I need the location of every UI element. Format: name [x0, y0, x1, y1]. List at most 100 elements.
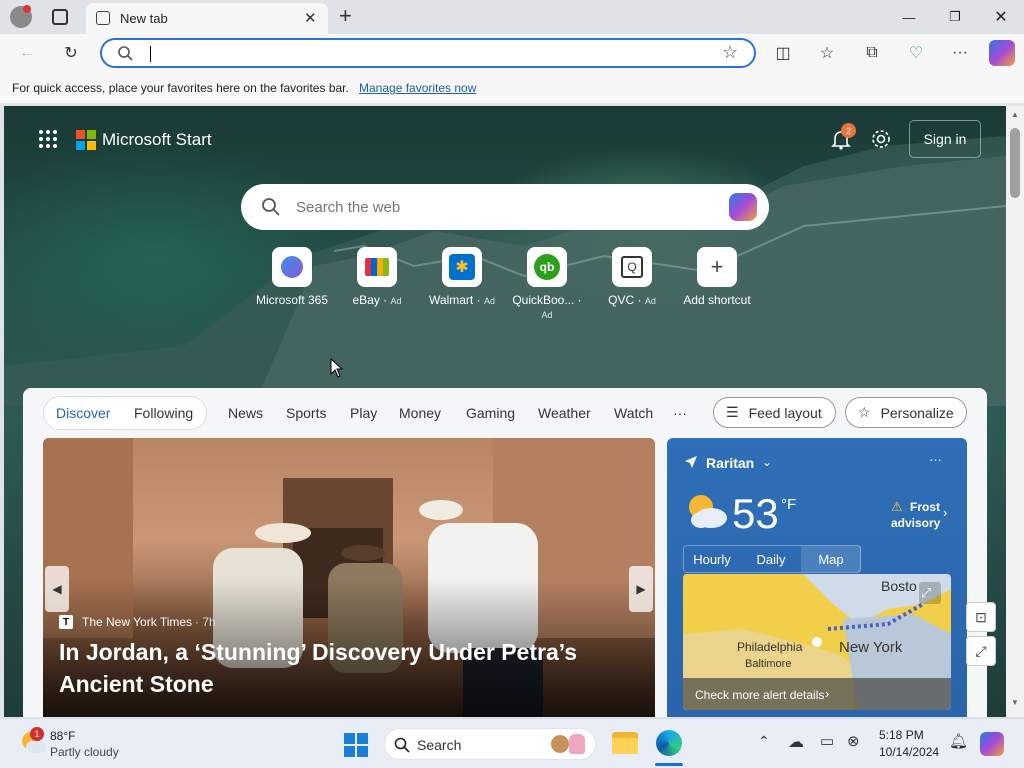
copilot-icon[interactable]	[989, 40, 1015, 66]
taskbar-temperature[interactable]: 88°F	[50, 729, 75, 743]
collections-icon[interactable]: ⧉	[859, 40, 885, 66]
restore-button[interactable]: ❐	[932, 0, 978, 34]
cupcake-icon	[569, 734, 585, 754]
sliders-icon: ☰	[726, 404, 739, 420]
network-icon[interactable]: ⊗	[847, 732, 860, 750]
widget-badge: 1	[30, 727, 44, 741]
feed-layout-button[interactable]: ☰ Feed layout	[713, 397, 836, 428]
visual-search-icon[interactable]: ⊡	[966, 602, 996, 632]
scroll-up-icon[interactable]: ▲	[1011, 110, 1019, 119]
cloud-sync-icon[interactable]: ☁	[788, 732, 804, 752]
tab-following[interactable]: Following	[134, 405, 193, 421]
nav-more-icon[interactable]: ···	[673, 405, 687, 421]
shortcut-qvc[interactable]: Q QVC · Ad	[592, 247, 672, 307]
alert-line-1[interactable]: Frost	[910, 500, 940, 514]
tab-actions-icon[interactable]	[52, 9, 68, 25]
alert-details-link[interactable]: Check more alert details	[695, 688, 824, 702]
warning-icon: ⚠	[891, 499, 903, 514]
map-label-boston: Bosto	[881, 578, 917, 594]
address-bar[interactable]: ☆	[100, 38, 756, 68]
personalize-button[interactable]: ☆ Personalize	[845, 397, 967, 428]
chevron-down-icon[interactable]: ⌄	[762, 455, 772, 469]
shortcut-walmart[interactable]: ✱ Walmart · Ad	[422, 247, 502, 307]
search-icon	[394, 737, 410, 753]
edge-browser-icon[interactable]	[656, 730, 682, 756]
article-source[interactable]: The New York Times	[82, 615, 192, 629]
settings-gear-icon[interactable]	[870, 128, 892, 150]
new-tab-page-icon	[96, 11, 110, 25]
tab-discover[interactable]: Discover	[56, 405, 110, 421]
temperature-unit[interactable]: °F	[781, 496, 796, 513]
profile-avatar-icon[interactable]	[10, 5, 32, 28]
browser-tab[interactable]: New tab ✕	[86, 3, 328, 34]
weather-tab-hourly[interactable]: Hourly	[683, 546, 741, 572]
nav-money[interactable]: Money	[399, 405, 441, 421]
text-caret	[150, 46, 151, 62]
windows-taskbar: 1 88°F Partly cloudy Search ⌃ ☁ ▭ ⊗ 5:18…	[0, 718, 1024, 768]
taskbar-search-box[interactable]: Search	[384, 728, 596, 760]
hero-news-card[interactable]: ◀ ▶ T The New York Times · 7h In Jordan,…	[43, 438, 655, 717]
nav-watch[interactable]: Watch	[614, 405, 653, 421]
taskbar-condition[interactable]: Partly cloudy	[50, 745, 119, 759]
chevron-right-icon[interactable]: ›	[943, 505, 947, 520]
back-icon[interactable]: ←	[14, 40, 40, 66]
taskbar-date[interactable]: 10/14/2024	[879, 745, 939, 759]
new-tab-button[interactable]: +	[339, 3, 352, 29]
shortcut-ebay[interactable]: eBay · Ad	[337, 247, 417, 307]
sign-in-button[interactable]: Sign in	[909, 120, 981, 158]
split-screen-icon[interactable]: ◫	[770, 40, 796, 66]
qvc-icon: Q	[612, 247, 652, 287]
weather-location[interactable]: Raritan	[706, 455, 754, 471]
taskbar-time[interactable]: 5:18 PM	[879, 728, 924, 742]
weather-alert-map[interactable]: Bosto ⤢ Philadelphia Baltimore New York …	[683, 574, 951, 710]
app-launcher-icon[interactable]	[38, 129, 58, 149]
refresh-icon[interactable]: ↻	[58, 40, 84, 66]
manage-favorites-link[interactable]: Manage favorites now	[359, 81, 476, 95]
ebay-icon	[357, 247, 397, 287]
nav-play[interactable]: Play	[350, 405, 377, 421]
expand-map-icon[interactable]: ⤢	[921, 585, 931, 601]
copilot-search-icon[interactable]	[729, 193, 757, 221]
feed-panel: Discover Following News Sports Play Mone…	[23, 388, 987, 717]
alert-line-2[interactable]: advisory	[891, 516, 940, 530]
scroll-down-icon[interactable]: ▼	[1011, 698, 1019, 707]
minimize-button[interactable]: —	[886, 0, 932, 34]
weather-tab-daily[interactable]: Daily	[741, 546, 801, 572]
nav-gaming[interactable]: Gaming	[466, 405, 515, 421]
new-tab-page: Microsoft Start 2 Sign in Search the web…	[4, 106, 1006, 717]
copilot-taskbar-icon[interactable]	[980, 732, 1004, 756]
scroll-thumb[interactable]	[1010, 128, 1020, 198]
display-icon[interactable]: ▭	[820, 732, 834, 750]
microsoft-365-icon	[272, 247, 312, 287]
shortcut-microsoft-365[interactable]: Microsoft 365	[252, 247, 332, 307]
windows-start-icon[interactable]	[344, 733, 368, 757]
file-explorer-icon[interactable]	[612, 732, 638, 754]
article-headline[interactable]: In Jordan, a ‘Stunning’ Discovery Under …	[59, 636, 619, 700]
favorites-icon[interactable]: ☆	[814, 40, 840, 66]
partly-cloudy-icon	[689, 495, 727, 528]
nav-sports[interactable]: Sports	[286, 405, 326, 421]
add-shortcut-button[interactable]: + Add shortcut	[677, 247, 757, 307]
more-menu-icon[interactable]: ···	[947, 40, 973, 66]
carousel-prev-button[interactable]: ◀	[45, 566, 69, 612]
article-age: · 7h	[195, 615, 216, 629]
notification-center-icon[interactable]: 🔔︎	[949, 732, 968, 750]
close-window-button[interactable]: ✕	[978, 0, 1024, 34]
browser-essentials-icon[interactable]: ♡	[903, 40, 929, 66]
close-tab-icon[interactable]: ✕	[304, 9, 317, 27]
favorite-star-icon[interactable]: ☆	[722, 42, 738, 63]
brand-title[interactable]: Microsoft Start	[102, 130, 212, 150]
web-search-box[interactable]: Search the web	[241, 184, 769, 230]
carousel-next-button[interactable]: ▶	[629, 566, 653, 612]
weather-card[interactable]: Raritan ⌄ ··· 53 °F ⚠ Frost advisory › H…	[667, 438, 967, 717]
nav-weather[interactable]: Weather	[538, 405, 591, 421]
show-hidden-icons-icon[interactable]: ⌃	[758, 733, 770, 750]
vertical-scrollbar[interactable]: ▲ ▼	[1006, 106, 1024, 717]
weather-more-icon[interactable]: ···	[929, 452, 942, 467]
open-in-new-icon[interactable]: ⤢	[966, 636, 996, 666]
nav-news[interactable]: News	[228, 405, 263, 421]
weather-tab-map[interactable]: Map	[801, 546, 861, 572]
taskbar-search-label: Search	[417, 737, 462, 753]
shortcut-quickbooks[interactable]: qb QuickBoo... · Ad	[507, 247, 587, 321]
active-app-indicator	[655, 763, 683, 766]
